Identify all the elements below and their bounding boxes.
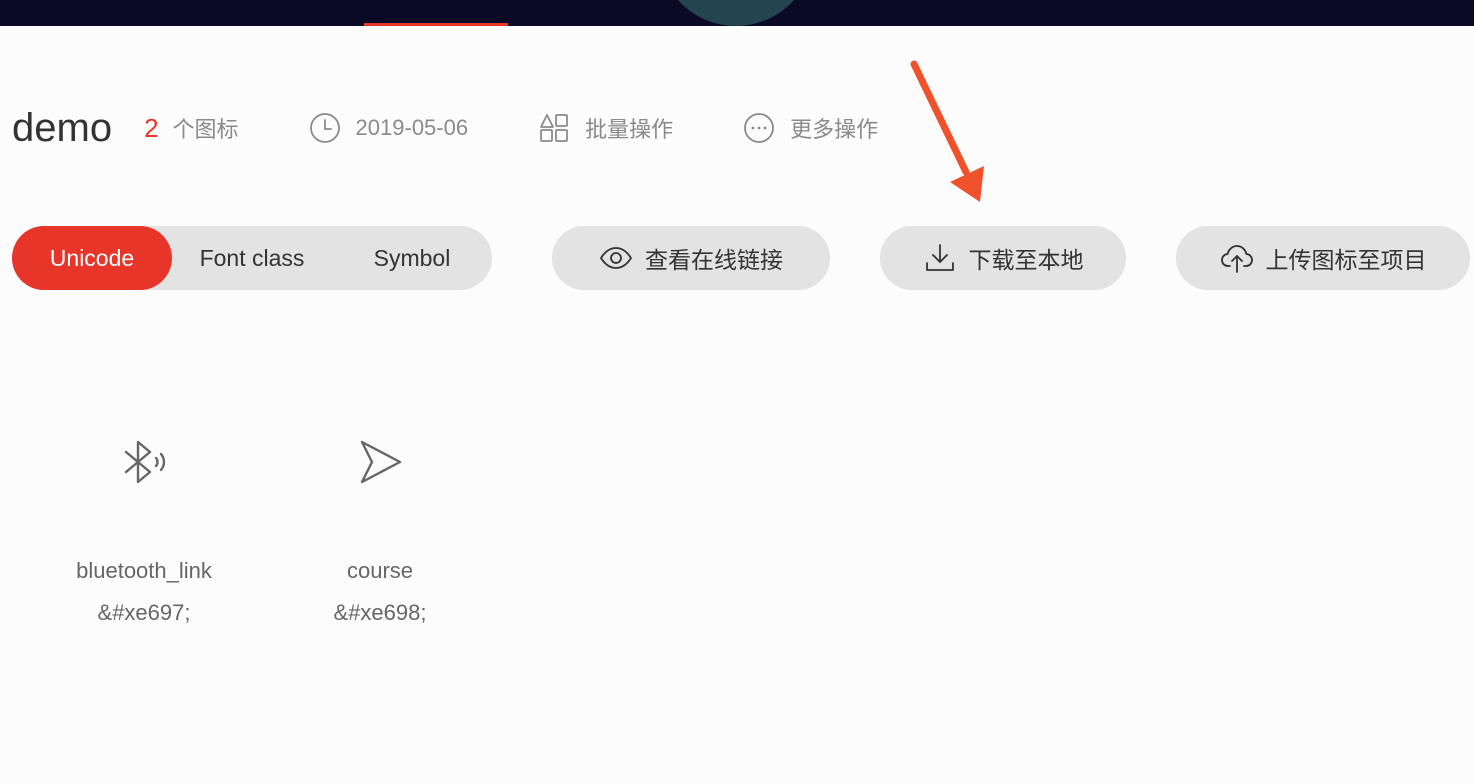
more-dots-icon [743, 112, 775, 144]
clock-icon [309, 112, 341, 144]
icon-count: 2 [144, 112, 159, 143]
icon-card[interactable]: bluetooth_link &#xe697; [44, 400, 244, 640]
upload-to-project-button[interactable]: 上传图标至项目 [1176, 226, 1470, 290]
active-nav-indicator [364, 23, 508, 26]
bluetooth-link-icon [116, 434, 172, 490]
batch-operation-label: 批量操作 [585, 117, 674, 142]
download-local-button[interactable]: 下载至本地 [880, 226, 1126, 290]
download-local-label: 下载至本地 [968, 247, 1084, 273]
upload-to-project-label: 上传图标至项目 [1265, 247, 1427, 273]
top-nav-bar [0, 0, 1474, 26]
tab-font-class[interactable]: Font class [172, 226, 332, 290]
view-online-link-button[interactable]: 查看在线链接 [552, 226, 830, 290]
icon-card[interactable]: course &#xe698; [280, 400, 480, 640]
project-date: 2019-05-06 [309, 112, 469, 144]
project-info-row: demo 2 个图标 2019-05-06 批量操作 更多操作 [12, 96, 878, 160]
icon-unicode: &#xe698; [333, 600, 427, 625]
tab-symbol[interactable]: Symbol [332, 226, 492, 290]
view-online-link-label: 查看在线链接 [645, 247, 783, 273]
tab-unicode[interactable]: Unicode [12, 226, 172, 290]
icon-name: course [346, 558, 414, 583]
project-date-text: 2019-05-06 [355, 115, 469, 140]
eye-icon [599, 241, 633, 275]
icon-unicode: &#xe697; [97, 600, 191, 625]
more-operations-button[interactable]: 更多操作 [743, 112, 878, 144]
project-title: demo [12, 106, 113, 150]
send-arrow-icon [352, 434, 408, 490]
grid-select-icon [538, 112, 570, 144]
user-avatar[interactable] [658, 0, 814, 26]
annotation-arrow-icon [910, 60, 984, 202]
icon-name: bluetooth_link [76, 558, 212, 583]
download-icon [923, 241, 957, 275]
icon-count-unit: 个图标 [172, 117, 239, 142]
cloud-upload-icon [1220, 241, 1254, 275]
batch-operation-button[interactable]: 批量操作 [538, 112, 673, 144]
more-operations-label: 更多操作 [790, 117, 879, 142]
format-tab-switcher: Unicode Font class Symbol [12, 226, 492, 290]
